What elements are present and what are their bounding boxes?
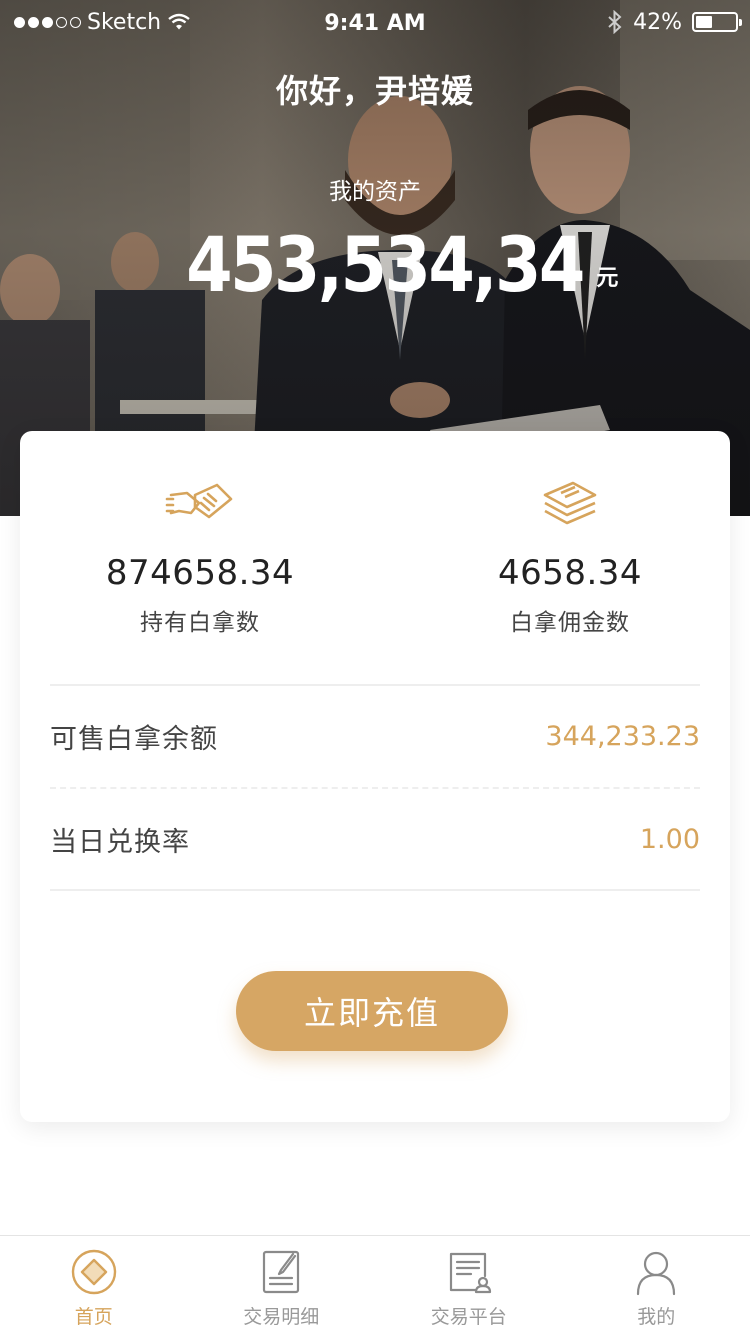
row-exchange-rate: 当日兑换率 1.00 xyxy=(50,789,700,889)
tab-transaction-detail-label: 交易明细 xyxy=(243,1306,320,1328)
asset-label: 我的资产 xyxy=(329,179,421,205)
stat-commission[interactable]: 4658.34 白拿佣金数 xyxy=(420,479,720,637)
row-exchange-rate-label: 当日兑换率 xyxy=(50,826,190,858)
stat-commission-value: 4658.34 xyxy=(497,553,643,593)
tab-mine-label: 我的 xyxy=(637,1306,676,1328)
stat-holdings-label: 持有白拿数 xyxy=(140,610,260,636)
handshake-document-icon xyxy=(165,483,233,519)
transaction-detail-icon xyxy=(263,1250,300,1294)
bluetooth-icon xyxy=(608,10,622,34)
battery-percent: 42% xyxy=(633,9,682,35)
tab-home-label: 首页 xyxy=(74,1306,113,1328)
stat-commission-label: 白拿佣金数 xyxy=(510,610,630,636)
tab-trading-platform-label: 交易平台 xyxy=(430,1306,507,1328)
status-right: 42% xyxy=(607,8,742,36)
battery-level xyxy=(696,16,712,28)
stat-holdings[interactable]: 874658.34 持有白拿数 xyxy=(50,479,350,637)
row-sellable-balance-value: 344,233.23 xyxy=(545,720,700,752)
tab-bar: 首页 交易明细 交易平台 我的 xyxy=(0,1235,750,1334)
asset-value: 453,534,34 xyxy=(185,220,585,309)
battery-icon xyxy=(692,12,742,32)
tab-transaction-detail[interactable]: 交易明细 xyxy=(188,1236,376,1334)
home-diamond-icon xyxy=(71,1249,116,1295)
row-sellable-balance: 可售白拿余额 344,233.23 xyxy=(50,686,700,786)
stacked-cards-icon xyxy=(543,481,597,525)
recharge-button[interactable]: 立即充值 xyxy=(236,971,508,1051)
greeting-title: 你好，尹培媛 xyxy=(275,72,474,110)
row-exchange-rate-value: 1.00 xyxy=(639,823,700,855)
status-bar: Sketch 9:41 AM 42% xyxy=(0,0,750,44)
user-profile-icon xyxy=(637,1251,676,1296)
asset-unit: 元 xyxy=(596,266,619,291)
tab-home[interactable]: 首页 xyxy=(0,1236,188,1334)
asset-total: 453,534,34 元 xyxy=(0,222,750,308)
trading-platform-icon xyxy=(449,1252,491,1294)
tab-trading-platform[interactable]: 交易平台 xyxy=(375,1236,563,1334)
divider xyxy=(50,889,700,891)
row-sellable-balance-label: 可售白拿余额 xyxy=(50,723,218,755)
stat-holdings-value: 874658.34 xyxy=(105,553,295,593)
summary-card: 874658.34 持有白拿数 4658.34 白拿佣金数 可售白拿余额 344… xyxy=(20,431,730,1122)
tab-mine[interactable]: 我的 xyxy=(563,1236,750,1334)
